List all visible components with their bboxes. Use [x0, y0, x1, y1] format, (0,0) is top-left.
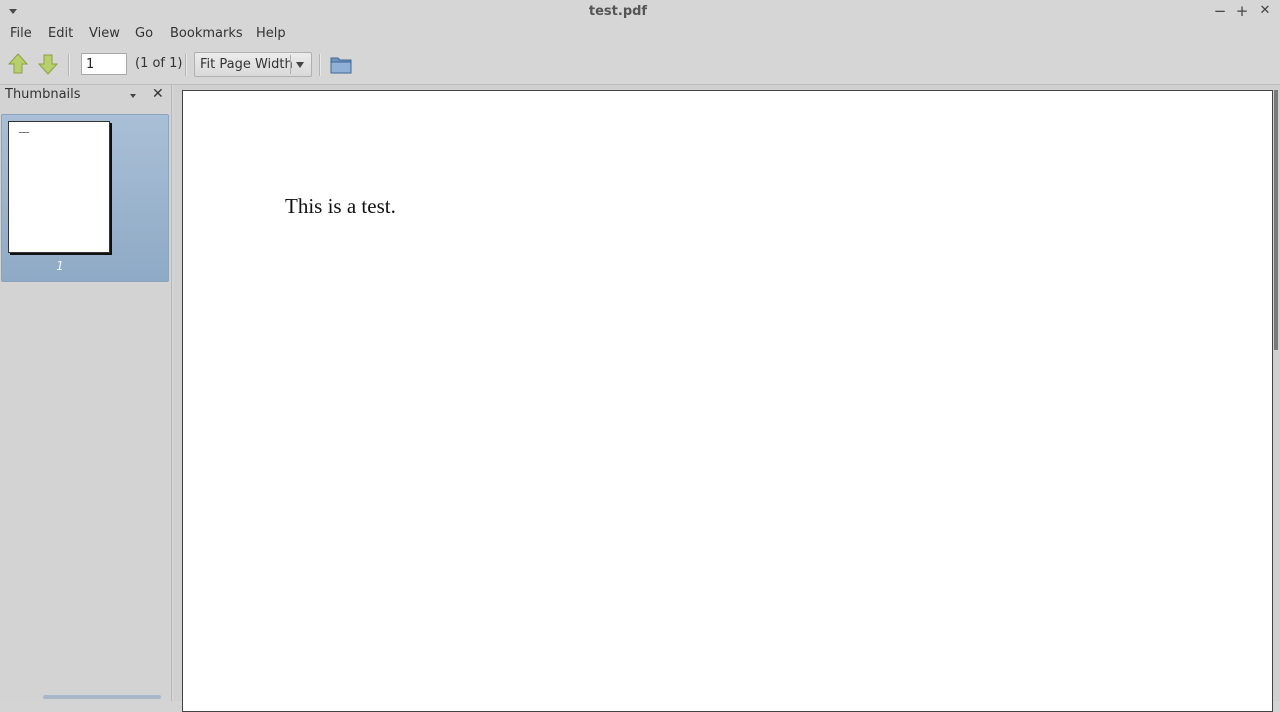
menu-bookmarks[interactable]: Bookmarks [170, 26, 243, 41]
folder-icon[interactable] [329, 54, 353, 76]
arrow-up-icon[interactable] [7, 52, 29, 76]
panel-scrollbar[interactable] [43, 695, 161, 699]
chevron-down-icon [296, 62, 304, 68]
thumbnail-page-number: 1 [56, 259, 64, 273]
window-title: test.pdf [588, 4, 648, 19]
pdf-page: This is a test. [182, 90, 1273, 712]
panel-close-button[interactable]: ✕ [152, 86, 164, 102]
menu-go[interactable]: Go [135, 26, 153, 41]
arrow-down-icon[interactable] [37, 52, 59, 76]
menu-edit[interactable]: Edit [48, 26, 73, 41]
zoom-select-value: Fit Page Width [200, 57, 293, 72]
toolbar-separator [68, 54, 70, 76]
menu-bar: File Edit View Go Bookmarks Help [0, 24, 1280, 46]
zoom-select[interactable]: Fit Page Width [194, 52, 312, 77]
toolbar: (1 of 1) Fit Page Width [0, 46, 1280, 85]
page-number-input[interactable] [81, 53, 127, 75]
thumbnail-item[interactable]: 1 [1, 114, 169, 282]
maximize-button[interactable]: + [1234, 3, 1250, 19]
title-bar: test.pdf − + ✕ [0, 0, 1280, 25]
close-button[interactable]: ✕ [1257, 3, 1273, 19]
page-count-label: (1 of 1) [135, 56, 183, 71]
panel-header: Thumbnails ✕ [0, 85, 171, 107]
thumbnail-text-line [19, 132, 29, 133]
minimize-button[interactable]: − [1212, 3, 1228, 19]
thumbnail-page-preview [8, 121, 110, 253]
thumbnails-panel: Thumbnails ✕ 1 [0, 85, 172, 701]
toolbar-separator [185, 54, 187, 76]
document-view[interactable]: This is a test. [174, 85, 1280, 712]
toolbar-separator [319, 54, 321, 76]
panel-dropdown-icon[interactable] [130, 94, 136, 98]
panel-title: Thumbnails [5, 87, 81, 102]
menu-file[interactable]: File [10, 26, 32, 41]
menu-help[interactable]: Help [256, 26, 286, 41]
menu-view[interactable]: View [89, 26, 120, 41]
page-text: This is a test. [285, 194, 396, 218]
zoom-select-divider [290, 55, 291, 74]
vertical-scrollbar[interactable] [1274, 90, 1278, 350]
